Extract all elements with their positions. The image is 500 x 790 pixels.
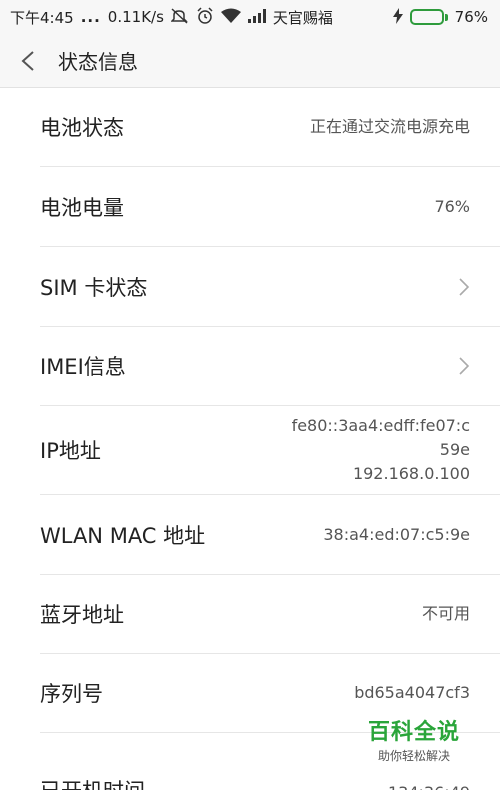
alarm-icon <box>196 6 214 28</box>
chevron-left-icon <box>21 50 34 71</box>
status-bar-left: 下午4:45 ... 0.11K/s 天官赐福 <box>10 6 333 28</box>
mute-icon <box>170 7 189 27</box>
wifi-icon <box>220 8 241 27</box>
row-label: WLAN MAC 地址 <box>40 523 206 548</box>
row-label: 蓝牙地址 <box>40 603 124 627</box>
row-label: IMEI信息 <box>40 355 126 379</box>
ip-line-2: 59e <box>439 440 470 459</box>
status-more-dots: ... <box>80 8 101 26</box>
row-label: 电池电量 <box>40 195 124 220</box>
row-bluetooth-address: 蓝牙地址 不可用 <box>40 575 500 654</box>
row-value: 76% <box>434 196 470 216</box>
row-value: 134:36:49 <box>388 781 470 790</box>
row-value: 38:a4:ed:07:c5:9e <box>323 524 470 544</box>
row-label: 序列号 <box>40 682 103 706</box>
status-info-list: 电池状态 正在通过交流电源充电 电池电量 76% SIM 卡状态 IMEI信息 … <box>0 88 500 790</box>
network-speed: 0.11K/s <box>107 8 164 26</box>
status-bar: 下午4:45 ... 0.11K/s 天官赐福 76% <box>0 0 500 34</box>
title-bar: 状态信息 <box>0 34 500 88</box>
row-value: 不可用 <box>421 604 470 623</box>
signal-icon <box>247 8 266 26</box>
status-bar-right: 76% <box>392 7 488 27</box>
row-battery-level: 电池电量 76% <box>40 167 500 247</box>
back-button[interactable] <box>0 34 56 88</box>
row-ip-address: IP地址 fe80::3aa4:edff:fe07:c 59e 192.168.… <box>40 406 500 495</box>
ip-line-3: 192.168.0.100 <box>352 464 470 483</box>
row-sim-status[interactable]: SIM 卡状态 <box>40 247 500 327</box>
carrier-name: 天官赐福 <box>272 8 333 27</box>
status-time: 下午4:45 <box>10 8 74 27</box>
ip-line-1: fe80::3aa4:edff:fe07:c <box>291 416 470 435</box>
watermark-logo: 百科全说 助你轻松解决 <box>368 714 460 764</box>
row-value: fe80::3aa4:edff:fe07:c 59e 192.168.0.100 <box>285 414 470 486</box>
watermark-main: 百科全说 <box>367 720 460 745</box>
row-label: 已开机时间 <box>40 775 145 790</box>
watermark-sub: 助你轻松解决 <box>377 749 450 763</box>
row-battery-status: 电池状态 正在通过交流电源充电 <box>40 88 500 167</box>
chevron-right-icon <box>458 356 470 376</box>
row-label: IP地址 <box>40 439 101 463</box>
row-value: 正在通过交流电源充电 <box>309 117 470 136</box>
row-label: 电池状态 <box>40 116 124 140</box>
row-imei-info[interactable]: IMEI信息 <box>40 327 500 406</box>
battery-percent: 76% <box>454 8 488 26</box>
row-label: SIM 卡状态 <box>40 275 148 300</box>
chevron-right-icon <box>458 277 470 297</box>
row-value: bd65a4047cf3 <box>354 683 470 702</box>
page-title: 状态信息 <box>58 50 138 74</box>
row-wlan-mac: WLAN MAC 地址 38:a4:ed:07:c5:9e <box>40 495 500 575</box>
charging-icon <box>392 7 403 27</box>
battery-icon <box>409 9 448 25</box>
